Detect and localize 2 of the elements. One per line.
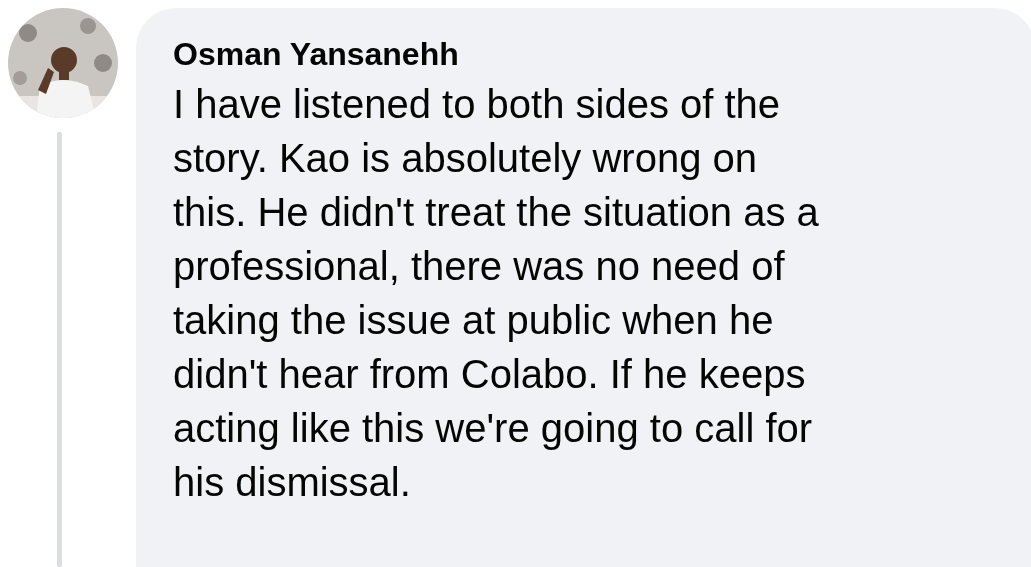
comment-text: I have listened to both sides of the story. Kao is absolutely wrong on this. He didn't treat the situation as a professional, there was no need of taking the issue at public when he didn't hear from Colabo. If he keeps acting like this we're going to call for his dismissal. xyxy=(173,81,819,506)
author-name[interactable]: Osman Yansanehh xyxy=(173,36,459,73)
